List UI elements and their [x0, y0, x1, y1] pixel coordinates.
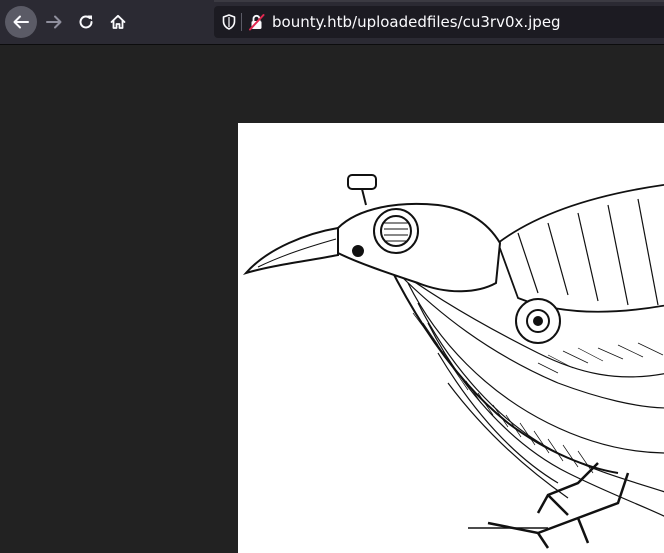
tab-strip-edge — [214, 0, 664, 2]
browser-window: bounty.htb/uploadedfiles/cu3rv0x.jpeg — [0, 0, 664, 553]
url-text[interactable]: bounty.htb/uploadedfiles/cu3rv0x.jpeg — [272, 12, 561, 32]
crow-drawing — [242, 174, 664, 549]
gear-badge — [515, 298, 561, 344]
back-button[interactable] — [5, 6, 37, 38]
arrow-right-icon — [46, 15, 62, 29]
beak — [242, 226, 339, 275]
insecure-lock-icon[interactable] — [248, 13, 266, 31]
reload-icon — [79, 15, 93, 29]
reload-button[interactable] — [70, 6, 102, 38]
crow-illustration — [238, 123, 664, 553]
urlbar-separator — [241, 13, 242, 31]
page-viewport — [0, 45, 664, 553]
forward-button[interactable] — [38, 6, 70, 38]
plague-mask — [337, 174, 502, 293]
navigation-toolbar: bounty.htb/uploadedfiles/cu3rv0x.jpeg — [0, 0, 664, 45]
back-armor — [496, 184, 664, 313]
address-bar[interactable]: bounty.htb/uploadedfiles/cu3rv0x.jpeg — [214, 6, 664, 38]
crow-legs — [468, 462, 630, 549]
shield-icon[interactable] — [222, 14, 236, 30]
home-button[interactable] — [102, 6, 134, 38]
home-icon — [110, 14, 126, 29]
arrow-left-icon — [13, 15, 29, 29]
